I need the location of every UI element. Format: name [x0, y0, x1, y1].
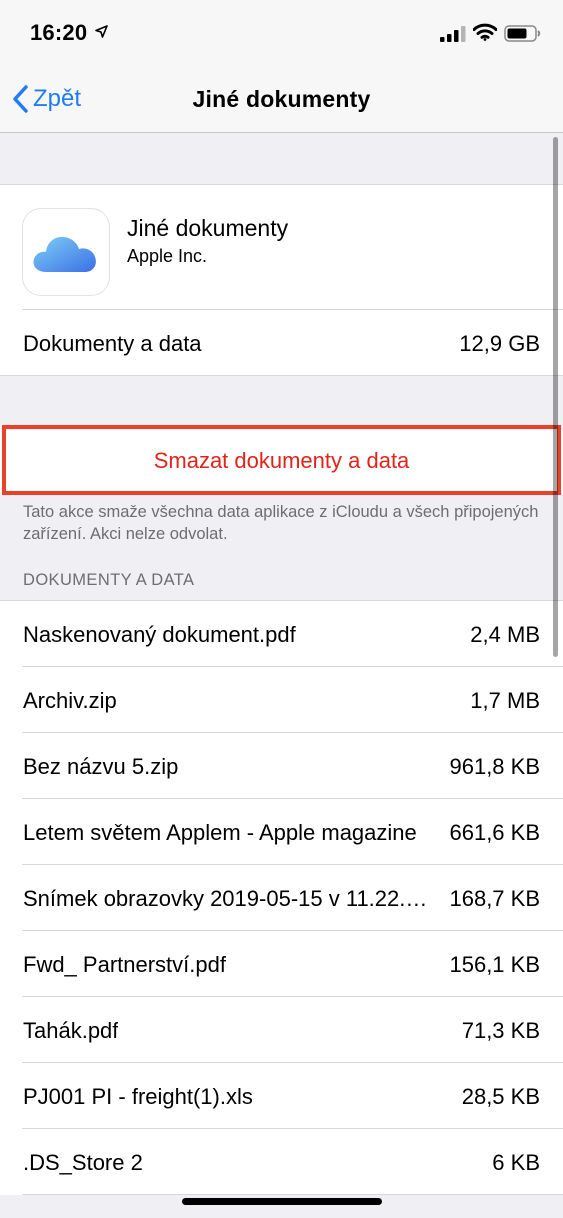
cellular-signal-icon — [440, 26, 466, 42]
list-item[interactable]: Naskenovaný dokument.pdf 2,4 MB — [0, 601, 563, 667]
file-size: 6 KB — [492, 1150, 540, 1175]
list-item[interactable]: Tahák.pdf 71,3 KB — [0, 997, 563, 1063]
status-time: 16:20 — [30, 20, 88, 45]
file-size: 71,3 KB — [461, 1018, 540, 1043]
list-item[interactable]: Archiv.zip 1,7 MB — [0, 667, 563, 733]
icloud-icon — [33, 236, 96, 272]
file-name: Tahák.pdf — [23, 1018, 119, 1043]
file-name: Fwd_ Partnerství.pdf — [23, 952, 226, 977]
file-list: Naskenovaný dokument.pdf 2,4 MB Archiv.z… — [0, 600, 563, 1195]
list-item[interactable]: Fwd_ Partnerství.pdf 156,1 KB — [0, 931, 563, 997]
wifi-icon — [473, 23, 497, 41]
file-name: .DS_Store 2 — [23, 1150, 143, 1175]
documents-data-label: Dokumenty a data — [23, 331, 202, 356]
file-size: 156,1 KB — [449, 952, 540, 977]
documents-data-row: Dokumenty a data 12,9 GB — [0, 310, 563, 375]
delete-card: Smazat dokumenty a data — [0, 430, 563, 492]
list-item[interactable]: Snímek obrazovky 2019-05-15 v 11.22.08.p… — [0, 865, 563, 931]
list-item[interactable]: PJ001 PI - freight(1).xls 28,5 KB — [0, 1063, 563, 1129]
list-item[interactable]: Letem světem Applem - Apple magazine 661… — [0, 799, 563, 865]
home-indicator[interactable] — [182, 1198, 382, 1205]
scrollbar[interactable] — [553, 137, 558, 657]
location-arrow-icon — [95, 25, 108, 38]
file-size: 961,8 KB — [449, 754, 540, 779]
app-icon — [22, 208, 110, 296]
file-name: Archiv.zip — [23, 688, 117, 713]
list-item[interactable]: .DS_Store 2 6 KB — [0, 1129, 563, 1195]
file-size: 2,4 MB — [470, 622, 540, 647]
delete-footnote: Tato akce smaže všechna data aplikace z … — [23, 503, 539, 543]
delete-documents-button[interactable]: Smazat dokumenty a data — [0, 430, 563, 492]
navigation-bar: Zpět Jiné dokumenty — [0, 66, 563, 133]
app-name: Jiné dokumenty — [127, 215, 289, 241]
battery-icon — [504, 25, 541, 42]
section-header-documents: DOKUMENTY A DATA — [23, 571, 195, 589]
app-developer: Apple Inc. — [127, 246, 208, 266]
file-size: 168,7 KB — [449, 886, 540, 911]
file-name: Snímek obrazovky 2019-05-15 v 11.22.08.p… — [23, 886, 433, 911]
file-name: Naskenovaný dokument.pdf — [23, 622, 296, 647]
file-size: 28,5 KB — [461, 1084, 540, 1109]
list-item[interactable]: Bez názvu 5.zip 961,8 KB — [0, 733, 563, 799]
file-name: Letem světem Applem - Apple magazine — [23, 820, 417, 845]
documents-data-size: 12,9 GB — [459, 331, 540, 356]
file-name: PJ001 PI - freight(1).xls — [23, 1084, 253, 1109]
status-bar: 16:20 — [0, 0, 563, 66]
file-size: 661,6 KB — [449, 820, 540, 845]
page-title: Jiné dokumenty — [192, 86, 371, 112]
file-name: Bez názvu 5.zip — [23, 754, 179, 779]
file-size: 1,7 MB — [470, 688, 540, 713]
app-info-card: Jiné dokumenty Apple Inc. Dokumenty a da… — [0, 184, 563, 376]
